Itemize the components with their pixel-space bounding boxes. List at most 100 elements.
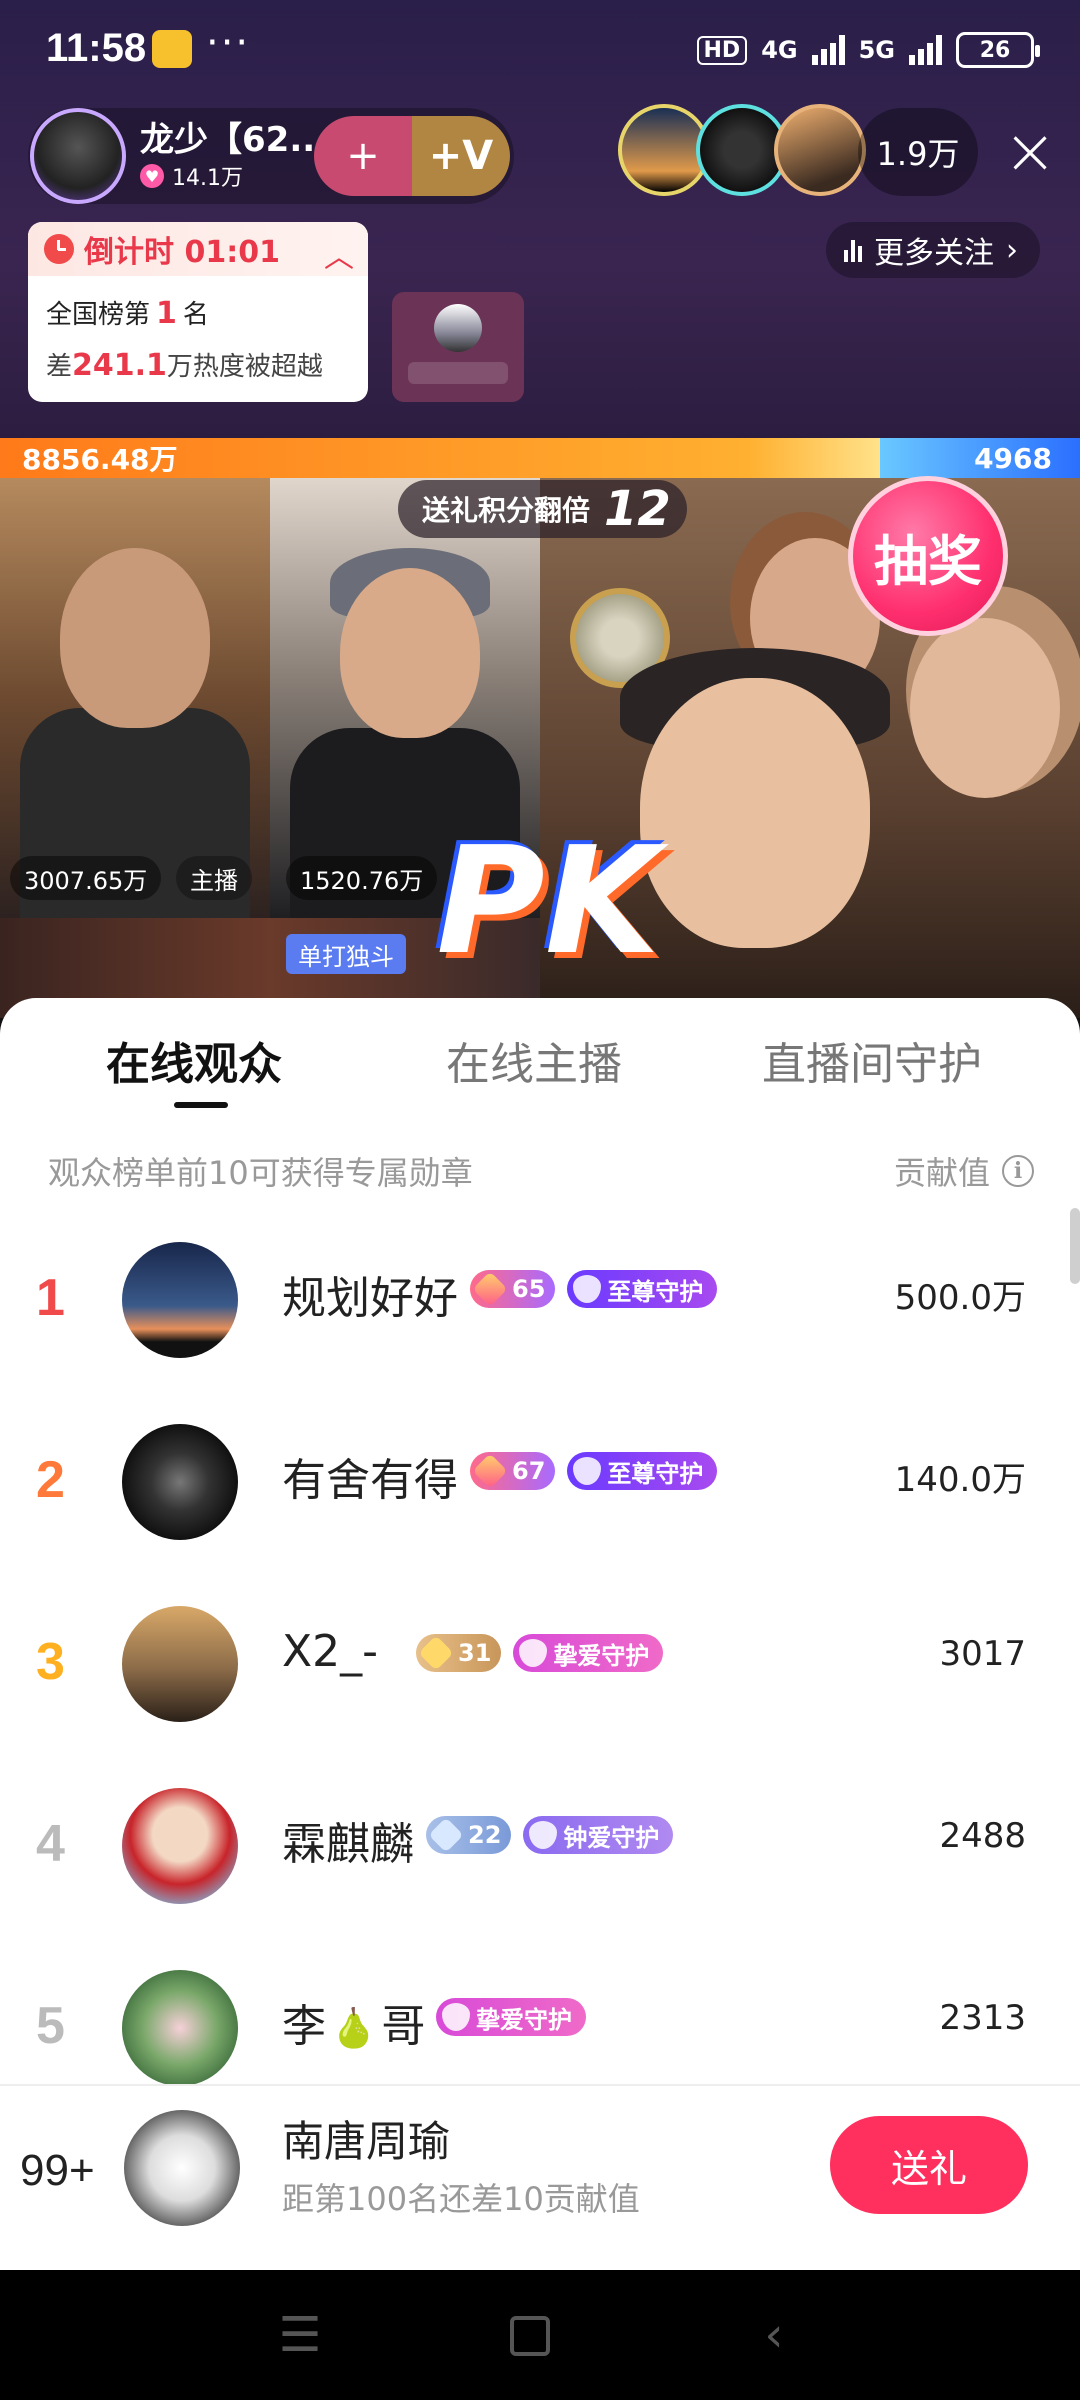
my-rank: 99+: [20, 2146, 95, 2195]
guardian-badge: 挚爱守护: [436, 1998, 586, 2036]
user-name[interactable]: 李 🍐哥: [282, 1990, 425, 2054]
rank-number: 2: [36, 1451, 65, 1509]
tab-online-audience[interactable]: 在线观众: [106, 1028, 282, 1092]
user-badges: 31 挚爱守护: [416, 1634, 664, 1672]
heat-gap-value: 241.1: [72, 348, 167, 383]
contribution-header[interactable]: 贡献值 i: [894, 1148, 1034, 1194]
user-badges: 22 钟爱守护: [426, 1816, 674, 1854]
more-notifications-icon: ···: [206, 20, 251, 66]
menu-icon[interactable]: ☰: [270, 2310, 330, 2360]
guardian-badge: 至尊守护: [567, 1270, 718, 1308]
list-item[interactable]: 3 X2_- 31 挚爱守护 3017: [0, 1574, 1080, 1754]
contribution-value: 500.0万: [894, 1278, 1026, 1318]
follow-button[interactable]: + +V: [314, 116, 510, 196]
tab-guardians[interactable]: 直播间守护: [762, 1028, 982, 1092]
chevron-up-icon[interactable]: ︿: [324, 232, 354, 276]
user-name[interactable]: 霖麒麟: [282, 1808, 414, 1872]
contribution-value: 2488: [939, 1816, 1026, 1856]
pk-left-score: 8856.48万: [0, 438, 880, 478]
app-notification-icon: [152, 30, 192, 68]
pk-right-score: 4968: [880, 438, 1080, 478]
list-item[interactable]: 1 规划好好 65 至尊守护 500.0万: [0, 1210, 1080, 1390]
shield-icon: [529, 1821, 558, 1849]
gem-icon: [428, 1817, 464, 1853]
back-icon[interactable]: ‹: [744, 2310, 804, 2360]
gem-icon: [472, 1453, 508, 1489]
host-likes-count: 14.1万: [172, 166, 243, 191]
viewer-avatar[interactable]: [774, 104, 866, 196]
user-name[interactable]: X2_-: [282, 1626, 378, 1677]
viewer-count[interactable]: 1.9万: [858, 108, 978, 196]
tab-indicator: [174, 1102, 228, 1108]
my-gap-text: 距第100名还差10贡献值: [282, 2180, 640, 2218]
solo-tag: 单打独斗: [286, 934, 406, 974]
contribution-value: 140.0万: [894, 1460, 1026, 1500]
user-badges: 65 至尊守护: [470, 1270, 718, 1308]
gem-icon: [472, 1271, 508, 1307]
event-avatar: [434, 304, 482, 352]
gift-double-value: 12: [604, 481, 671, 537]
more-follow-label: 更多关注: [874, 236, 994, 271]
rank-number: 3: [36, 1633, 65, 1691]
heart-follow-icon[interactable]: +: [314, 116, 412, 196]
level-badge: 65: [470, 1270, 556, 1308]
my-name: 南唐周瑜: [282, 2117, 451, 2166]
shield-icon: [442, 2003, 470, 2031]
home-icon[interactable]: [510, 2316, 550, 2356]
my-rank-row: 99+ 南唐周瑜 距第100名还差10贡献值 送礼: [0, 2084, 1080, 2272]
info-icon[interactable]: i: [1002, 1155, 1034, 1187]
user-badges: 挚爱守护: [436, 1998, 586, 2036]
guardian-badge: 钟爱守护: [523, 1816, 674, 1854]
gift-double-label: 送礼积分翻倍: [422, 494, 591, 527]
countdown-header: 倒计时 01:01: [28, 222, 368, 276]
mini-event-card[interactable]: [392, 292, 524, 402]
avatar[interactable]: [122, 1788, 238, 1904]
level-badge: 22: [426, 1816, 512, 1854]
host-likes: ♥ 14.1万: [140, 160, 243, 192]
list-item[interactable]: 4 霖麒麟 22 钟爱守护 2488: [0, 1756, 1080, 1936]
status-bar: 11:58 ··· HD 4G 5G 26: [0, 0, 1080, 100]
avatar[interactable]: [122, 1242, 238, 1358]
signal-icon: [811, 35, 845, 65]
host2-score: 1520.76万: [286, 856, 438, 900]
avatar[interactable]: [122, 1970, 238, 2086]
contribution-value: 2313: [939, 1998, 1026, 2038]
network-4g-label: 4G: [761, 36, 798, 64]
user-badges: 67 至尊守护: [470, 1452, 718, 1490]
shield-icon: [519, 1639, 548, 1667]
fan-club-icon[interactable]: +V: [412, 116, 510, 196]
pk-logo: PK: [436, 815, 660, 987]
signal-icon: [909, 35, 942, 65]
tab-online-hosts[interactable]: 在线主播: [446, 1028, 622, 1092]
countdown-card[interactable]: 倒计时 01:01 ︿ 全国榜第 1 名 差241.1万热度被超越: [28, 222, 368, 402]
host-avatar[interactable]: [30, 108, 126, 204]
audience-sheet: 在线观众 在线主播 直播间守护 观众榜单前10可获得专属勋章 贡献值 i 1 规…: [0, 998, 1080, 2270]
audience-hint: 观众榜单前10可获得专属勋章: [48, 1154, 473, 1192]
gift-double-badge[interactable]: 送礼积分翻倍 12: [398, 480, 687, 538]
event-blurred-text: [408, 362, 508, 384]
host-name[interactable]: 龙少【62...: [140, 112, 328, 161]
top-viewers[interactable]: [618, 104, 866, 196]
pear-icon: 🍐: [330, 2006, 378, 2050]
sheet-tabs: 在线观众 在线主播 直播间守护: [0, 1028, 1080, 1108]
close-icon[interactable]: ×: [990, 112, 1070, 192]
list-item[interactable]: 2 有舍有得 67 至尊守护 140.0万: [0, 1392, 1080, 1572]
avatar[interactable]: [122, 1424, 238, 1540]
rank-value: 1: [156, 296, 177, 331]
hd-badge: HD: [696, 35, 748, 65]
level-badge: 67: [470, 1452, 556, 1490]
lottery-button[interactable]: 抽奖: [848, 476, 1008, 636]
status-indicators: HD 4G 5G 26: [696, 32, 1040, 68]
national-rank: 全国榜第 1 名: [46, 296, 209, 331]
user-name[interactable]: 规划好好: [282, 1262, 458, 1326]
more-follow-button[interactable]: 更多关注 ›: [826, 222, 1040, 278]
avatar[interactable]: [122, 1606, 238, 1722]
guardian-badge: 至尊守护: [567, 1452, 718, 1490]
countdown-title: 倒计时 01:01: [84, 235, 280, 270]
avatar[interactable]: [124, 2110, 240, 2226]
pk-score-bar: 8856.48万 4968: [0, 438, 1080, 478]
user-name[interactable]: 有舍有得: [282, 1444, 458, 1508]
bars-icon: [844, 238, 862, 262]
send-gift-button[interactable]: 送礼: [830, 2116, 1028, 2214]
network-5g-label: 5G: [858, 36, 895, 64]
